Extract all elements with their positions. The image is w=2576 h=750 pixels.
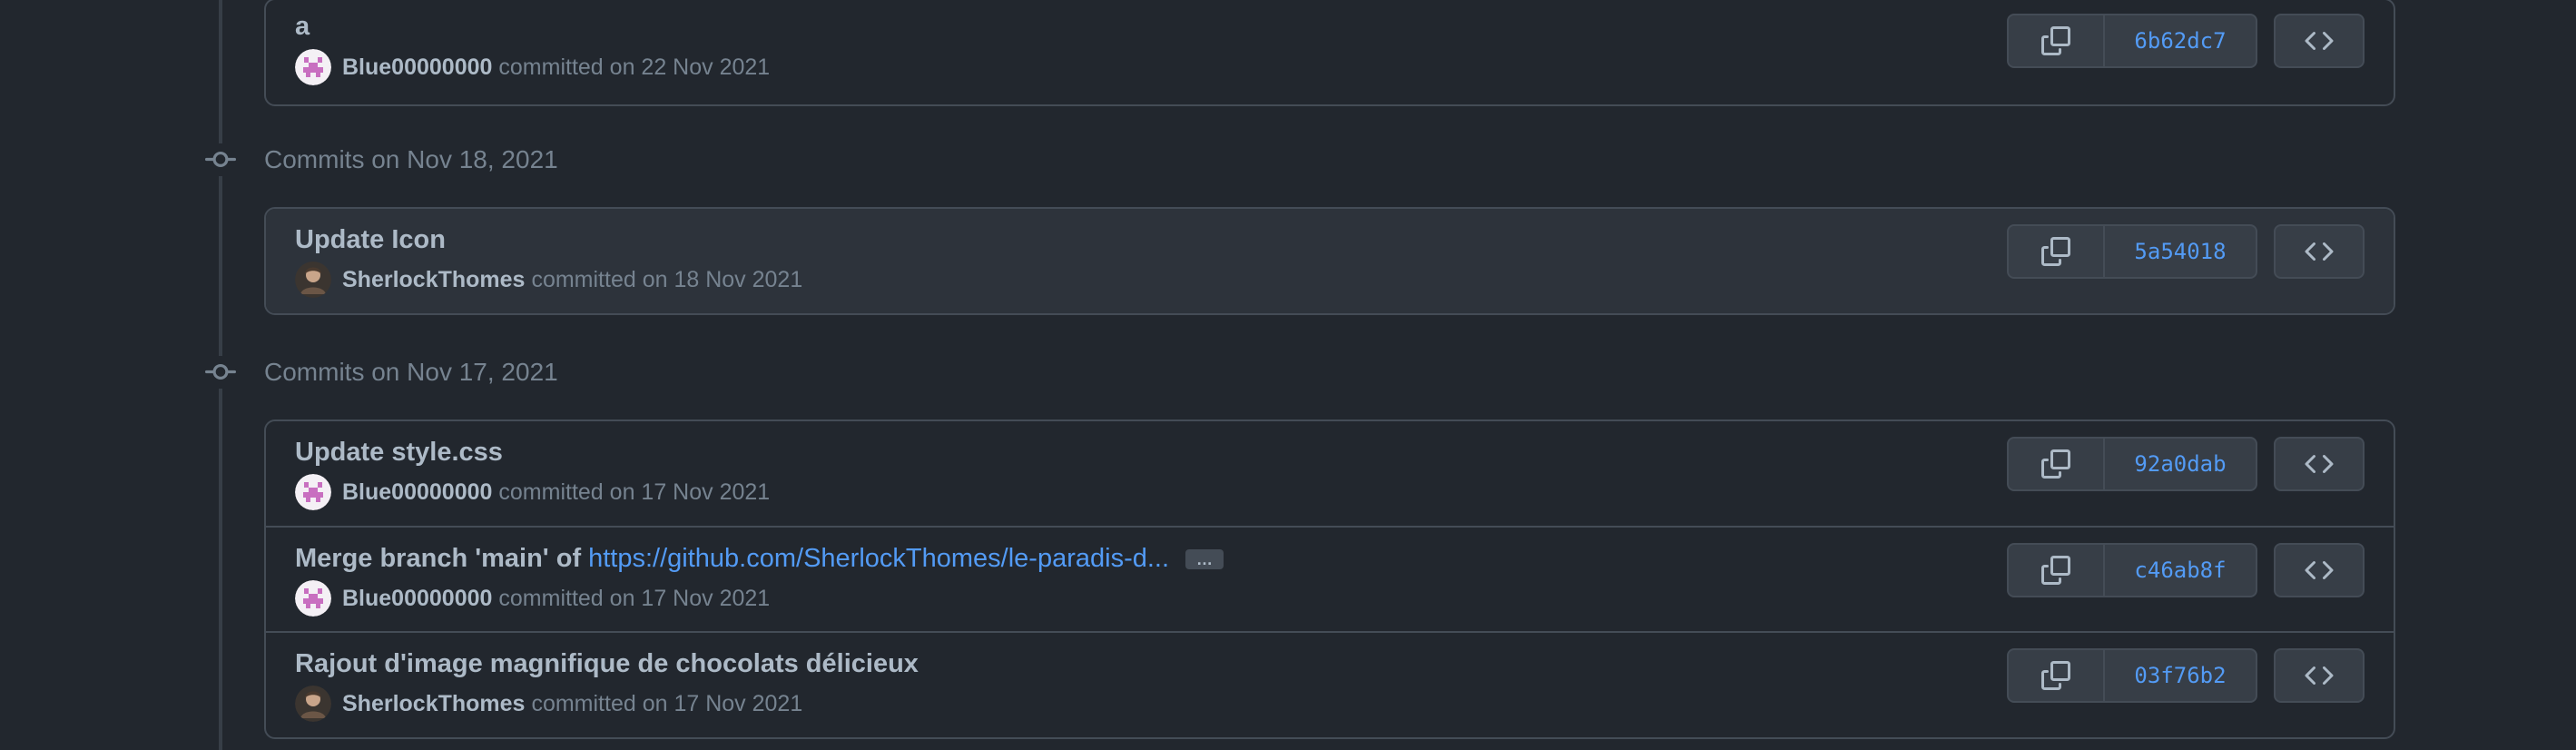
group-date-title: Commits on Nov 18, 2021 xyxy=(264,145,558,173)
commit-title[interactable]: Merge branch 'main' of https://github.co… xyxy=(295,544,1224,574)
copy-sha-button[interactable] xyxy=(2009,650,2105,701)
browse-repo-button[interactable] xyxy=(2274,648,2365,703)
commit-group-box: Update style.css Blue00000000 committed xyxy=(264,419,2395,739)
copy-icon xyxy=(2041,237,2070,266)
sha-button-group: 03f76b2 xyxy=(2007,648,2257,703)
group-date-title: Commits on Nov 17, 2021 xyxy=(264,358,558,386)
commit-date: committed on 18 Nov 2021 xyxy=(531,266,803,292)
copy-icon xyxy=(2041,556,2070,585)
commit-title[interactable]: Rajout d'image magnifique de chocolats d… xyxy=(295,649,919,679)
commit-date: committed on 17 Nov 2021 xyxy=(531,690,803,716)
commit-history-page: a Blue00000000 committed on 22 Nov 2021 xyxy=(0,0,2576,750)
code-icon xyxy=(2305,242,2334,262)
commit-actions: 5a54018 xyxy=(2007,224,2365,279)
sha-button-group: 5a54018 xyxy=(2007,224,2257,279)
commit-message[interactable]: Rajout d'image magnifique de chocolats d… xyxy=(295,649,919,679)
code-icon xyxy=(2305,560,2334,580)
commit-actions: c46ab8f xyxy=(2007,543,2365,597)
commit-date: committed on 17 Nov 2021 xyxy=(498,585,771,611)
sha-button-group: 92a0dab xyxy=(2007,437,2257,491)
commit-author[interactable]: Blue00000000 xyxy=(342,586,492,612)
commit-row[interactable]: Update style.css Blue00000000 committed xyxy=(266,421,2394,526)
commit-group-box: a Blue00000000 committed on 22 Nov 2021 xyxy=(264,0,2395,106)
commit-actions: 03f76b2 xyxy=(2007,648,2365,703)
commit-row[interactable]: a Blue00000000 committed on 22 Nov 2021 xyxy=(266,0,2394,104)
commit-author[interactable]: SherlockThomes xyxy=(342,267,525,293)
git-commit-icon xyxy=(204,143,237,176)
avatar[interactable] xyxy=(295,49,331,85)
commit-author[interactable]: SherlockThomes xyxy=(342,691,525,717)
commit-title[interactable]: Update style.css xyxy=(295,438,503,468)
commit-meta: Blue00000000 committed on 17 Nov 2021 xyxy=(295,580,770,617)
browse-repo-button[interactable] xyxy=(2274,224,2365,279)
commit-author[interactable]: Blue00000000 xyxy=(342,54,492,81)
browse-repo-button[interactable] xyxy=(2274,437,2365,491)
commit-message[interactable]: Update Icon xyxy=(295,225,446,255)
avatar[interactable] xyxy=(295,262,331,298)
commit-group-box: Update Icon SherlockThomes committed on … xyxy=(264,207,2395,315)
identicon-icon xyxy=(295,49,331,85)
copy-icon xyxy=(2041,449,2070,479)
avatar[interactable] xyxy=(295,580,331,617)
commit-sha-link[interactable]: 92a0dab xyxy=(2105,439,2256,489)
git-commit-icon xyxy=(204,356,237,389)
commit-row[interactable]: Merge branch 'main' of https://github.co… xyxy=(266,526,2394,631)
commit-sha-link[interactable]: 03f76b2 xyxy=(2105,650,2256,701)
commit-sha-link[interactable]: 5a54018 xyxy=(2105,226,2256,277)
sha-button-group: 6b62dc7 xyxy=(2007,14,2257,68)
copy-sha-button[interactable] xyxy=(2009,226,2105,277)
code-icon xyxy=(2305,666,2334,686)
commit-row[interactable]: Update Icon SherlockThomes committed on … xyxy=(266,209,2394,313)
commit-meta: Blue00000000 committed on 17 Nov 2021 xyxy=(295,474,770,510)
commit-date: committed on 17 Nov 2021 xyxy=(498,479,771,505)
user-photo-icon xyxy=(295,686,331,722)
commit-title[interactable]: a xyxy=(295,12,310,42)
commit-title[interactable]: Update Icon xyxy=(295,225,446,255)
commit-group-header: Commits on Nov 17, 2021 xyxy=(204,354,558,390)
sha-button-group: c46ab8f xyxy=(2007,543,2257,597)
commit-message-link[interactable]: https://github.com/SherlockThomes/le-par… xyxy=(588,544,1169,574)
commit-meta: Blue00000000 committed on 22 Nov 2021 xyxy=(295,49,770,85)
code-icon xyxy=(2305,31,2334,51)
copy-sha-button[interactable] xyxy=(2009,15,2105,66)
commit-author[interactable]: Blue00000000 xyxy=(342,479,492,506)
browse-repo-button[interactable] xyxy=(2274,543,2365,597)
commit-actions: 92a0dab xyxy=(2007,437,2365,491)
identicon-icon xyxy=(295,474,331,510)
commit-meta: SherlockThomes committed on 17 Nov 2021 xyxy=(295,686,802,722)
copy-sha-button[interactable] xyxy=(2009,439,2105,489)
commit-message[interactable]: Merge branch 'main' of xyxy=(295,544,581,574)
browse-repo-button[interactable] xyxy=(2274,14,2365,68)
code-icon xyxy=(2305,454,2334,474)
expand-message-button[interactable]: … xyxy=(1185,548,1224,569)
avatar[interactable] xyxy=(295,686,331,722)
user-photo-icon xyxy=(295,262,331,298)
commit-date: committed on 22 Nov 2021 xyxy=(498,54,771,80)
identicon-icon xyxy=(295,580,331,617)
avatar[interactable] xyxy=(295,474,331,510)
commit-actions: 6b62dc7 xyxy=(2007,14,2365,68)
copy-sha-button[interactable] xyxy=(2009,545,2105,596)
commit-message[interactable]: Update style.css xyxy=(295,438,503,468)
commit-sha-link[interactable]: 6b62dc7 xyxy=(2105,15,2256,66)
commit-row[interactable]: Rajout d'image magnifique de chocolats d… xyxy=(266,631,2394,737)
commit-group-header: Commits on Nov 18, 2021 xyxy=(204,142,558,178)
commit-message[interactable]: a xyxy=(295,12,310,42)
copy-icon xyxy=(2041,26,2070,55)
commit-meta: SherlockThomes committed on 18 Nov 2021 xyxy=(295,262,802,298)
commit-sha-link[interactable]: c46ab8f xyxy=(2105,545,2256,596)
copy-icon xyxy=(2041,661,2070,690)
